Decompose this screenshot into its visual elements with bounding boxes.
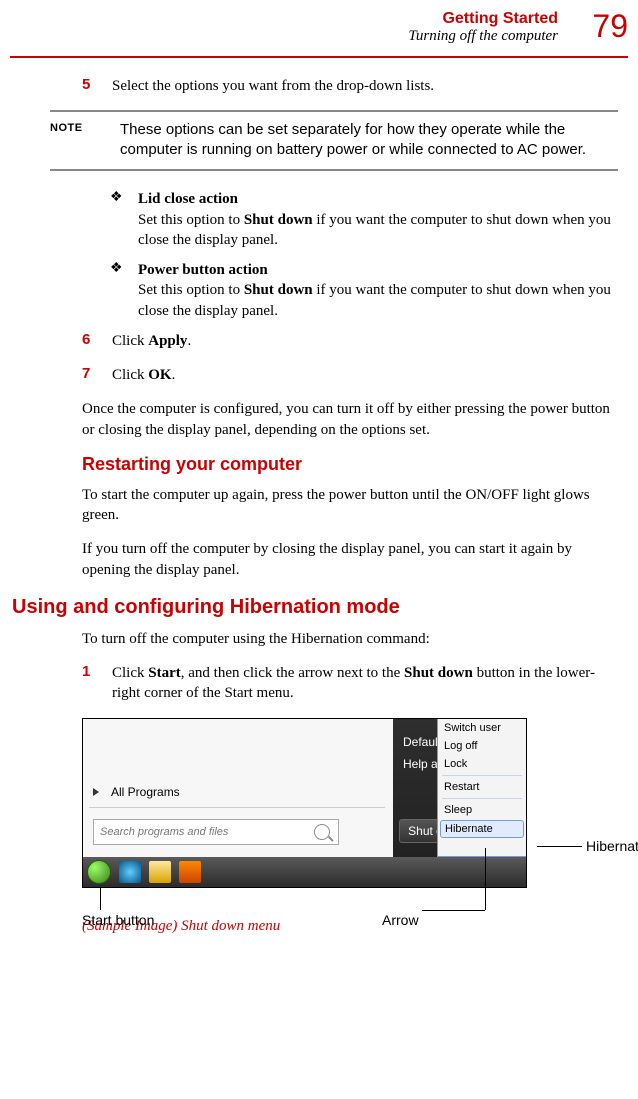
note-block: NOTE These options can be set separately… — [50, 110, 618, 171]
callout-line — [100, 888, 101, 910]
bullet-power-button: ❖ Power button action Set this option to… — [110, 260, 628, 321]
header-section-title: Turning off the computer — [10, 28, 628, 45]
menu-restart[interactable]: Restart — [438, 778, 526, 796]
step-text: Click Start, and then click the arrow ne… — [112, 663, 628, 704]
menu-separator — [442, 798, 522, 799]
page-number: 79 — [592, 8, 628, 45]
step-text: Select the options you want from the dro… — [112, 76, 628, 96]
bullet-icon: ❖ — [110, 189, 138, 250]
search-input[interactable]: Search programs and files — [93, 819, 339, 845]
callout-line — [485, 848, 486, 910]
figure-shutdown-menu: All Programs Search programs and files D… — [82, 718, 628, 935]
menu-sleep[interactable]: Sleep — [438, 801, 526, 819]
step-1-hibernation: 1 Click Start, and then click the arrow … — [82, 663, 628, 704]
step-number: 5 — [82, 76, 112, 96]
step-6: 6 Click Apply. — [82, 331, 628, 351]
callout-arrow-label: Arrow — [382, 912, 419, 928]
callout-hibernate-label: Hibernate — [586, 838, 638, 854]
menu-log-off[interactable]: Log off — [438, 737, 526, 755]
paragraph-restart-2: If you turn off the computer by closing … — [82, 539, 618, 580]
bullet-lid-close: ❖ Lid close action Set this option to Sh… — [110, 189, 628, 250]
step-number: 1 — [82, 663, 112, 704]
menu-switch-user[interactable]: Switch user — [438, 719, 526, 737]
media-taskbar-icon[interactable] — [179, 861, 201, 883]
heading-hibernation: Using and configuring Hibernation mode — [12, 596, 628, 619]
ie-taskbar-icon[interactable] — [119, 861, 141, 883]
search-icon — [314, 824, 330, 840]
step-number: 7 — [82, 365, 112, 385]
callout-start-label: Start button — [82, 912, 154, 928]
menu-lock[interactable]: Lock — [438, 755, 526, 773]
shutdown-popup-menu: Switch user Log off Lock Restart Sleep H… — [437, 719, 526, 857]
triangle-icon — [93, 788, 99, 796]
start-menu-left-pane: All Programs Search programs and files — [83, 719, 394, 857]
bullet-title: Power button action — [138, 262, 268, 278]
callout-line — [537, 846, 582, 847]
page-header: Getting Started Turning off the computer… — [10, 10, 628, 58]
step-number: 6 — [82, 331, 112, 351]
search-placeholder: Search programs and files — [94, 826, 314, 838]
menu-hibernate[interactable]: Hibernate — [440, 820, 524, 838]
bullet-icon: ❖ — [110, 260, 138, 321]
step-5: 5 Select the options you want from the d… — [82, 76, 628, 96]
callout-line — [422, 910, 485, 911]
header-chapter-title: Getting Started — [10, 10, 628, 28]
heading-restarting: Restarting your computer — [82, 454, 628, 475]
taskbar — [83, 857, 526, 887]
menu-separator — [89, 807, 385, 808]
paragraph-hibernation-intro: To turn off the computer using the Hiber… — [82, 629, 618, 649]
figure-caption: (Sample Image) Shut down menu — [82, 918, 628, 935]
note-label: NOTE — [50, 120, 120, 159]
all-programs-label: All Programs — [111, 785, 180, 799]
step-text: Click Apply. — [112, 331, 628, 351]
all-programs-item[interactable]: All Programs — [93, 785, 383, 799]
note-text: These options can be set separately for … — [120, 120, 618, 159]
bullet-title: Lid close action — [138, 191, 238, 207]
paragraph-restart-1: To start the computer up again, press th… — [82, 485, 618, 526]
start-menu-screenshot: All Programs Search programs and files D… — [82, 718, 527, 888]
step-7: 7 Click OK. — [82, 365, 628, 385]
explorer-taskbar-icon[interactable] — [149, 861, 171, 883]
paragraph-configured: Once the computer is configured, you can… — [82, 399, 618, 440]
step-text: Click OK. — [112, 365, 628, 385]
start-button-icon[interactable] — [87, 860, 111, 884]
menu-separator — [442, 775, 522, 776]
